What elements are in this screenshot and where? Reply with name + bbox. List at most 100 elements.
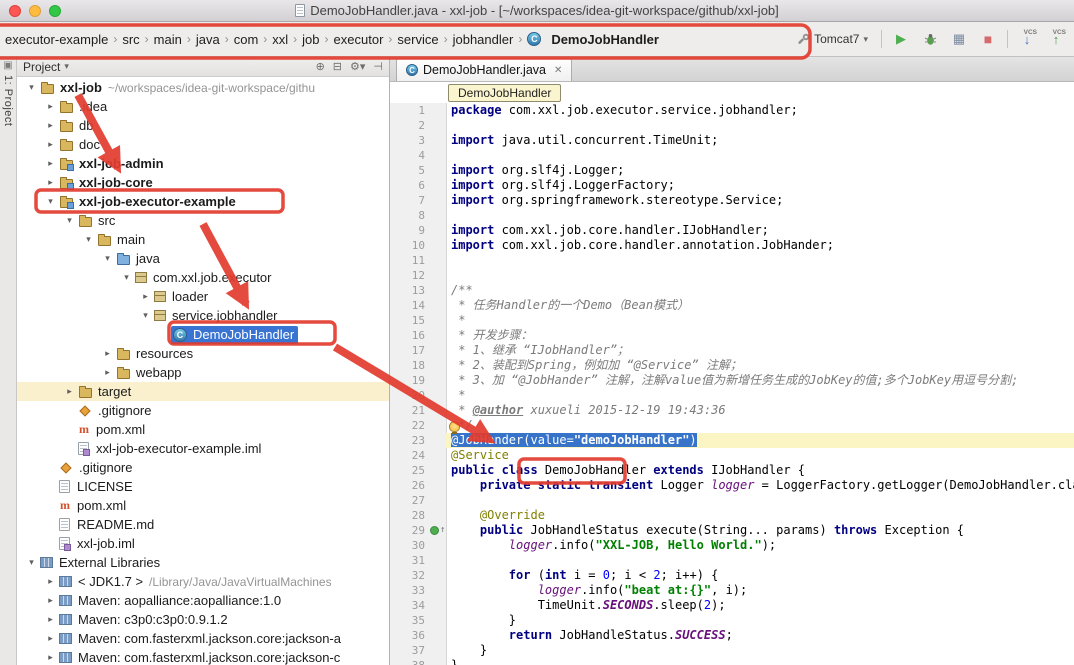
code-text[interactable]: return JobHandleStatus.SUCCESS; xyxy=(446,628,1074,643)
tree-row[interactable]: .gitignore xyxy=(17,401,389,420)
tree-item[interactable]: CDemoJobHandler xyxy=(171,326,298,344)
tree-row[interactable]: ▾com.xxl.job.executor xyxy=(17,268,389,287)
tree-item[interactable]: loader xyxy=(152,288,212,306)
run-method-icon[interactable] xyxy=(430,526,439,535)
editor-tab[interactable]: C DemoJobHandler.java ✕ xyxy=(396,58,572,81)
tree-row[interactable]: LICENSE xyxy=(17,477,389,496)
code-text[interactable]: logger.info("XXL-JOB, Hello World."); xyxy=(446,538,1074,553)
tree-item[interactable]: db xyxy=(57,117,97,135)
code-text[interactable]: import org.slf4j.LoggerFactory; xyxy=(446,178,1074,193)
collapsed-arrow-icon[interactable]: ▸ xyxy=(63,386,76,397)
debug-button[interactable] xyxy=(920,29,940,49)
collapsed-arrow-icon[interactable]: ▸ xyxy=(44,120,57,131)
tree-row[interactable]: ▸Maven: aopalliance:aopalliance:1.0 xyxy=(17,591,389,610)
zoom-window-button[interactable] xyxy=(49,5,61,17)
code-text[interactable] xyxy=(446,148,1074,163)
code-text[interactable]: public class DemoJobHandler extends IJob… xyxy=(446,463,1074,478)
tree-row[interactable]: ▸loader xyxy=(17,287,389,306)
tree-row[interactable]: ▾java xyxy=(17,249,389,268)
code-text[interactable] xyxy=(446,253,1074,268)
collapse-all-icon[interactable]: ⊟ xyxy=(333,60,342,73)
tree-item[interactable]: Maven: com.fasterxml.jackson.core:jackso… xyxy=(57,649,344,665)
settings-gear-icon[interactable]: ⚙▾ xyxy=(350,60,365,73)
code-text[interactable]: import com.xxl.job.core.handler.annotati… xyxy=(446,238,1074,253)
tree-item[interactable]: External Libraries xyxy=(38,554,164,572)
tree-row[interactable]: ▾main xyxy=(17,230,389,249)
tree-row[interactable]: .gitignore xyxy=(17,458,389,477)
tree-item[interactable]: xxl-job-executor-example xyxy=(57,193,240,211)
code-text[interactable] xyxy=(446,208,1074,223)
project-tool-window-tab[interactable]: 1: Project xyxy=(2,75,14,126)
code-text[interactable]: public JobHandleStatus execute(String...… xyxy=(446,523,1074,538)
hide-panel-icon[interactable]: ⊣ xyxy=(373,60,383,73)
collapsed-arrow-icon[interactable]: ▸ xyxy=(44,158,57,169)
tree-row[interactable]: ▾xxl-job-executor-example xyxy=(17,192,389,211)
tree-row[interactable]: ▸db xyxy=(17,116,389,135)
expanded-arrow-icon[interactable]: ▾ xyxy=(82,234,95,245)
minimize-window-button[interactable] xyxy=(29,5,41,17)
expanded-arrow-icon[interactable]: ▾ xyxy=(120,272,133,283)
tree-row[interactable]: ▾xxl-job~/workspaces/idea-git-workspace/… xyxy=(17,78,389,97)
tree-row[interactable]: ▸Maven: com.fasterxml.jackson.core:jacks… xyxy=(17,629,389,648)
tree-item[interactable]: Maven: com.fasterxml.jackson.core:jackso… xyxy=(57,630,345,648)
code-text[interactable]: * 任务Handler的一个Demo（Bean模式） xyxy=(446,298,1074,313)
expanded-arrow-icon[interactable]: ▾ xyxy=(25,82,38,93)
tree-item[interactable]: com.xxl.job.executor xyxy=(133,269,276,287)
breadcrumb-item[interactable]: jobhandler xyxy=(450,30,517,49)
tree-item[interactable]: src xyxy=(76,212,119,230)
tree-item[interactable]: .gitignore xyxy=(57,459,136,477)
breadcrumb-item[interactable]: src xyxy=(119,30,142,49)
code-text[interactable]: } xyxy=(446,643,1074,658)
tree-item[interactable]: < JDK1.7 >/Library/Java/JavaVirtualMachi… xyxy=(57,573,336,591)
tree-row[interactable]: ▸xxl-job-admin xyxy=(17,154,389,173)
tree-row[interactable]: xxl-job.iml xyxy=(17,534,389,553)
breadcrumb-item[interactable]: xxl xyxy=(269,30,291,49)
code-text[interactable]: TimeUnit.SECONDS.sleep(2); xyxy=(446,598,1074,613)
intention-bulb-icon[interactable] xyxy=(449,421,460,432)
code-text[interactable]: logger.info("beat at:{}", i); xyxy=(446,583,1074,598)
tree-item[interactable]: LICENSE xyxy=(57,478,137,496)
collapsed-arrow-icon[interactable]: ▸ xyxy=(44,595,57,606)
run-configuration-select[interactable]: Tomcat7 ▾ xyxy=(793,30,872,48)
tree-item[interactable]: doc xyxy=(57,136,104,154)
tree-item[interactable]: xxl-job~/workspaces/idea-git-workspace/g… xyxy=(38,79,319,97)
collapsed-arrow-icon[interactable]: ▸ xyxy=(44,614,57,625)
close-window-button[interactable] xyxy=(9,5,21,17)
code-text[interactable]: * 1、继承 “IJobHandler”； xyxy=(446,343,1074,358)
expanded-arrow-icon[interactable]: ▾ xyxy=(44,196,57,207)
expanded-arrow-icon[interactable]: ▾ xyxy=(63,215,76,226)
collapsed-arrow-icon[interactable]: ▸ xyxy=(44,177,57,188)
tree-item[interactable]: java xyxy=(114,250,164,268)
run-button[interactable]: ▶ xyxy=(891,29,911,49)
code-text[interactable]: * 2、装配到Spring，例如加 “@Service” 注解； xyxy=(446,358,1074,373)
breadcrumb-item[interactable]: job xyxy=(299,30,322,49)
tree-row[interactable]: ▸Maven: com.fasterxml.jackson.core:jacks… xyxy=(17,648,389,665)
tree-row[interactable]: ▾src xyxy=(17,211,389,230)
code-text[interactable]: import org.slf4j.Logger; xyxy=(446,163,1074,178)
run-with-coverage-button[interactable]: ▦ xyxy=(949,29,969,49)
expanded-arrow-icon[interactable]: ▾ xyxy=(139,310,152,321)
code-text[interactable] xyxy=(446,553,1074,568)
tree-item[interactable]: mpom.xml xyxy=(76,421,149,439)
breadcrumb-item[interactable]: executor xyxy=(331,30,387,49)
collapsed-arrow-icon[interactable]: ▸ xyxy=(101,367,114,378)
collapsed-arrow-icon[interactable]: ▸ xyxy=(44,139,57,150)
code-text[interactable]: */ xyxy=(446,418,1074,433)
tree-row[interactable]: ▸target xyxy=(17,382,389,401)
tree-row[interactable]: ▾service.jobhandler xyxy=(17,306,389,325)
code-text[interactable]: * 开发步骤： xyxy=(446,328,1074,343)
collapsed-arrow-icon[interactable]: ▸ xyxy=(44,633,57,644)
tree-item[interactable]: xxl-job.iml xyxy=(57,535,139,553)
code-text[interactable] xyxy=(446,493,1074,508)
tree-item[interactable]: service.jobhandler xyxy=(152,307,282,325)
code-text[interactable]: * @author xuxueli 2015-12-19 19:43:36 xyxy=(446,403,1074,418)
code-text[interactable]: package com.xxl.job.executor.service.job… xyxy=(446,103,1074,118)
tree-item[interactable]: .gitignore xyxy=(76,402,155,420)
collapsed-arrow-icon[interactable]: ▸ xyxy=(44,101,57,112)
tree-row[interactable]: xxl-job-executor-example.iml xyxy=(17,439,389,458)
code-text[interactable]: } xyxy=(446,613,1074,628)
tree-item[interactable]: xxl-job-core xyxy=(57,174,157,192)
breadcrumb-class-item[interactable]: CDemoJobHandler xyxy=(524,30,662,49)
code-text[interactable]: /** xyxy=(446,283,1074,298)
code-text[interactable]: import org.springframework.stereotype.Se… xyxy=(446,193,1074,208)
